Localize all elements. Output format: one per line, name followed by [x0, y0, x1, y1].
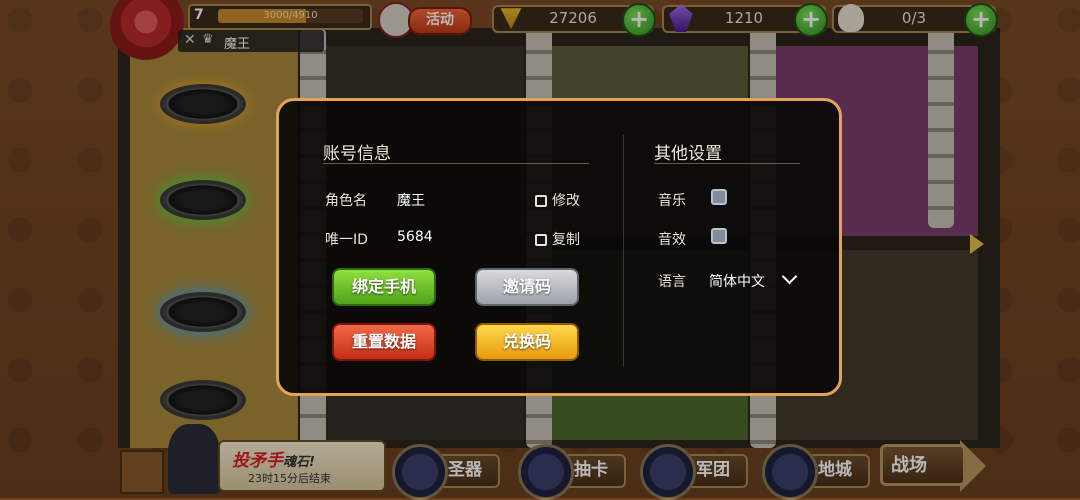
chevron-down-icon[interactable] [781, 268, 798, 285]
role-name-value: 魔王 [397, 193, 425, 209]
copy-icon [535, 234, 547, 246]
invite-code-button[interactable]: 邀请码 [475, 268, 579, 306]
account-info-title: 账号信息 [323, 144, 391, 164]
settings-dialog: 账号信息 其他设置 角色名 魔王 修改 唯一ID 5684 复制 绑定手机 邀请… [276, 98, 842, 396]
edit-icon [535, 195, 547, 207]
copy-id-button[interactable]: 复制 [535, 229, 580, 249]
redeem-code-button[interactable]: 兑换码 [475, 323, 579, 361]
other-title-underline [654, 163, 800, 164]
music-label: 音乐 [658, 193, 686, 209]
bind-phone-button[interactable]: 绑定手机 [332, 268, 436, 306]
language-label: 语言 [658, 274, 686, 290]
account-title-underline [323, 163, 589, 164]
sound-effects-checkbox[interactable] [711, 228, 727, 244]
music-checkbox[interactable] [711, 189, 727, 205]
unique-id-value: 5684 [397, 229, 433, 245]
other-settings-title: 其他设置 [654, 144, 722, 164]
sound-effects-label: 音效 [658, 232, 686, 248]
language-select[interactable]: 简体中文 [709, 271, 765, 291]
reset-data-button[interactable]: 重置数据 [332, 323, 436, 361]
edit-name-button[interactable]: 修改 [535, 190, 580, 210]
column-divider [623, 135, 624, 367]
role-name-label: 角色名 [325, 193, 367, 209]
unique-id-label: 唯一ID [325, 232, 368, 248]
